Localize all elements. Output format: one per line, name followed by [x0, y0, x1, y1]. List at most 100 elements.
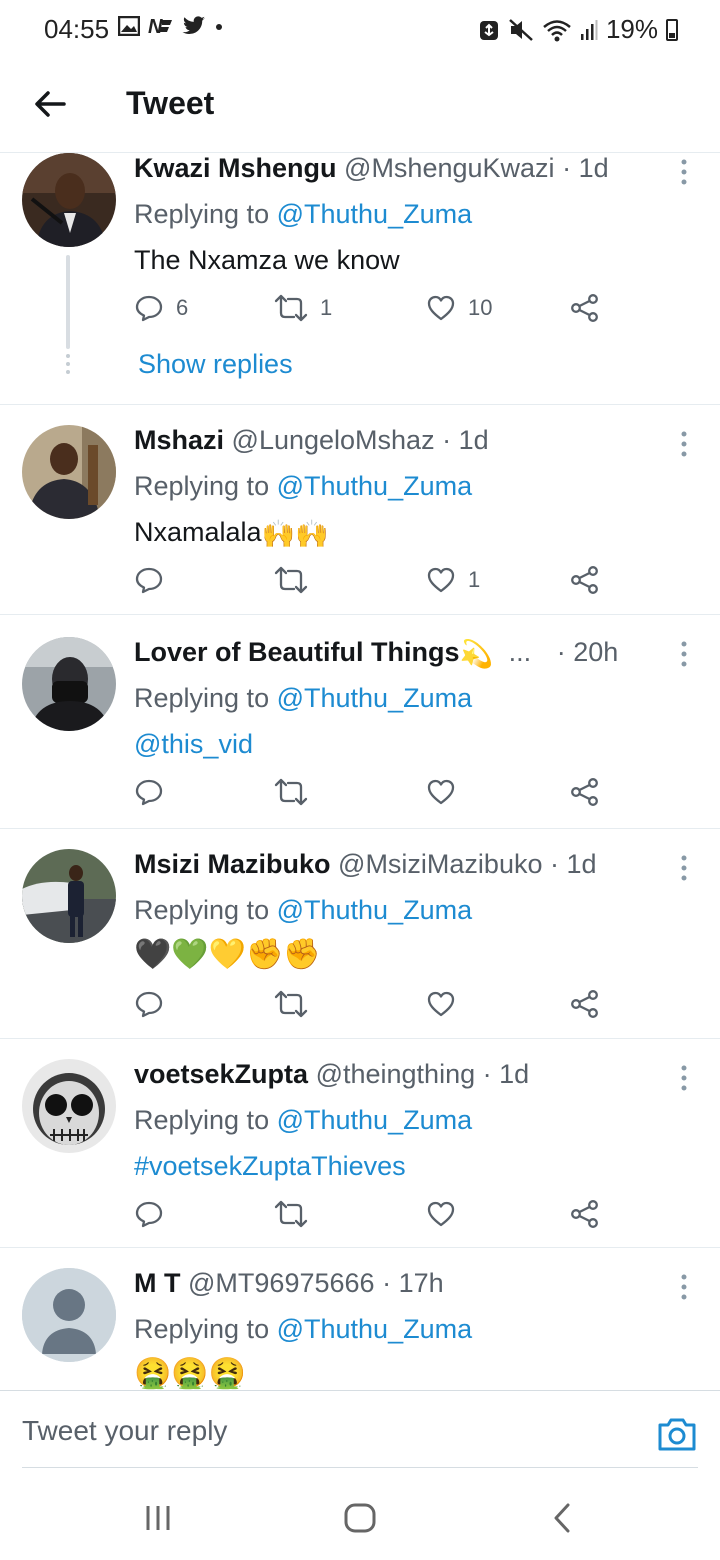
battery-percent: 19%: [605, 14, 658, 44]
reply-button[interactable]: [134, 989, 164, 1019]
separator: ·: [442, 425, 452, 455]
replying-to: Replying to @Thuthu_Zuma: [134, 199, 472, 230]
tweet-header: Kwazi Mshengu @MshenguKwazi · 1d: [134, 153, 654, 184]
reply-button[interactable]: [134, 565, 164, 595]
share-button[interactable]: [570, 1199, 600, 1229]
separator: ·: [482, 1059, 492, 1089]
avatar[interactable]: [22, 425, 116, 519]
tweet[interactable]: Kwazi Mshengu @MshenguKwazi · 1d Replyin…: [0, 153, 720, 405]
avatar[interactable]: [22, 1059, 116, 1153]
like-button[interactable]: [426, 989, 456, 1019]
status-bar: 04:55 N 19%: [0, 0, 720, 60]
retweet-button[interactable]: [274, 1199, 308, 1229]
status-right: 19%: [478, 14, 678, 45]
tweet-header: voetsekZupta @theingthing · 1d: [134, 1059, 654, 1090]
display-name[interactable]: Kwazi Mshengu: [134, 153, 337, 183]
share-button[interactable]: [570, 565, 600, 595]
share-button[interactable]: [570, 777, 600, 807]
display-name[interactable]: Msizi Mazibuko: [134, 849, 331, 879]
share-button[interactable]: [570, 293, 600, 323]
separator: ·: [556, 637, 566, 667]
recycle-icon: [479, 20, 498, 40]
tweet-text-mention[interactable]: @this_vid: [134, 729, 253, 760]
dot-notification-icon: [216, 24, 222, 30]
share-button[interactable]: [570, 989, 600, 1019]
camera-icon[interactable]: [656, 1415, 698, 1453]
reply-button[interactable]: [134, 1199, 164, 1229]
user-handle[interactable]: @LungeloMshaz: [232, 425, 435, 455]
user-handle[interactable]: @MshenguKwazi: [344, 153, 555, 183]
display-name[interactable]: M T: [134, 1268, 181, 1298]
back-arrow-icon[interactable]: [30, 84, 70, 124]
heart-icon: [427, 295, 455, 321]
replying-to-mention[interactable]: @Thuthu_Zuma: [277, 471, 473, 501]
show-replies-link[interactable]: Show replies: [138, 349, 293, 380]
reply-count: 6: [176, 295, 189, 320]
tweet-reply-input[interactable]: [22, 1415, 582, 1447]
retweet-button[interactable]: [274, 777, 308, 807]
more-options-icon[interactable]: [676, 1063, 692, 1093]
retweet-icon: [274, 778, 308, 806]
replying-to-mention[interactable]: @Thuthu_Zuma: [277, 199, 473, 229]
tweet[interactable]: Mshazi @LungeloMshaz · 1d Replying to @T…: [0, 405, 720, 615]
retweet-icon: [274, 1200, 308, 1228]
tweet-actions: [134, 989, 614, 1029]
replying-to-mention[interactable]: @Thuthu_Zuma: [277, 683, 473, 713]
like-button[interactable]: 10: [426, 293, 492, 323]
back-nav-icon[interactable]: [542, 1498, 582, 1538]
heart-icon: [427, 567, 455, 593]
more-options-icon[interactable]: [676, 157, 692, 187]
display-name[interactable]: Mshazi: [134, 425, 224, 455]
replying-to-label: Replying to: [134, 1314, 270, 1344]
like-button[interactable]: [426, 777, 456, 807]
user-handle[interactable]: @MT96975666: [188, 1268, 375, 1298]
replying-to-label: Replying to: [134, 683, 270, 713]
avatar[interactable]: [22, 637, 116, 731]
mute-icon: [509, 18, 533, 41]
replying-to-mention[interactable]: @Thuthu_Zuma: [277, 1314, 473, 1344]
display-name[interactable]: Lover of Beautiful Things: [134, 637, 460, 667]
share-icon: [571, 294, 598, 322]
more-options-icon[interactable]: [676, 429, 692, 459]
recent-apps-icon[interactable]: [138, 1498, 178, 1538]
tweet[interactable]: M T @MT96975666 · 17h Replying to @Thuth…: [0, 1248, 720, 1390]
reply-button[interactable]: [134, 777, 164, 807]
tweet-time: 17h: [398, 1268, 444, 1298]
like-button[interactable]: 1: [426, 565, 480, 595]
retweet-button[interactable]: [274, 565, 308, 595]
tweet-header: Msizi Mazibuko @MsiziMazibuko · 1d: [134, 849, 654, 880]
raised-hands-emoji: 🙌🙌: [261, 518, 329, 549]
reply-icon: [135, 779, 163, 806]
twitter-notification-icon: [182, 16, 205, 35]
reply-button[interactable]: 6: [134, 293, 188, 323]
tweet-text-hashtag[interactable]: #voetsekZuptaThieves: [134, 1151, 406, 1182]
display-name[interactable]: voetsekZupta: [134, 1059, 308, 1089]
retweet-button[interactable]: [274, 989, 308, 1019]
retweet-icon: [274, 294, 308, 322]
user-handle[interactable]: @theingthing: [316, 1059, 476, 1089]
more-options-icon[interactable]: [676, 639, 692, 669]
like-count: 1: [468, 567, 481, 592]
default-avatar[interactable]: [22, 1268, 116, 1362]
reply-icon: [135, 991, 163, 1018]
more-options-icon[interactable]: [676, 853, 692, 883]
tweet[interactable]: voetsekZupta @theingthing · 1d Replying …: [0, 1039, 720, 1248]
tweet-text: Nxamalala🙌🙌: [134, 517, 329, 550]
retweet-button[interactable]: 1: [274, 293, 332, 323]
user-handle[interactable]: @MsiziMazibuko: [338, 849, 542, 879]
tweet-header: Mshazi @LungeloMshaz · 1d: [134, 425, 654, 456]
avatar[interactable]: [22, 849, 116, 943]
replying-to-mention[interactable]: @Thuthu_Zuma: [277, 1105, 473, 1135]
tweet[interactable]: Msizi Mazibuko @MsiziMazibuko · 1d Reply…: [0, 829, 720, 1039]
netflix-notification-icon: N: [148, 16, 172, 36]
replying-to-mention[interactable]: @Thuthu_Zuma: [277, 895, 473, 925]
avatar[interactable]: [22, 153, 116, 247]
like-button[interactable]: [426, 1199, 456, 1229]
replies-feed[interactable]: Kwazi Mshengu @MshenguKwazi · 1d Replyin…: [0, 153, 720, 1390]
more-options-icon[interactable]: [676, 1272, 692, 1302]
home-icon[interactable]: [340, 1498, 380, 1538]
dizzy-star-emoji: 💫: [459, 638, 494, 669]
tweet-time: 1d: [499, 1059, 530, 1089]
tweet[interactable]: Lover of Beautiful Things💫 ... · 20h Rep…: [0, 615, 720, 829]
tweet-time: 20h: [573, 637, 619, 667]
